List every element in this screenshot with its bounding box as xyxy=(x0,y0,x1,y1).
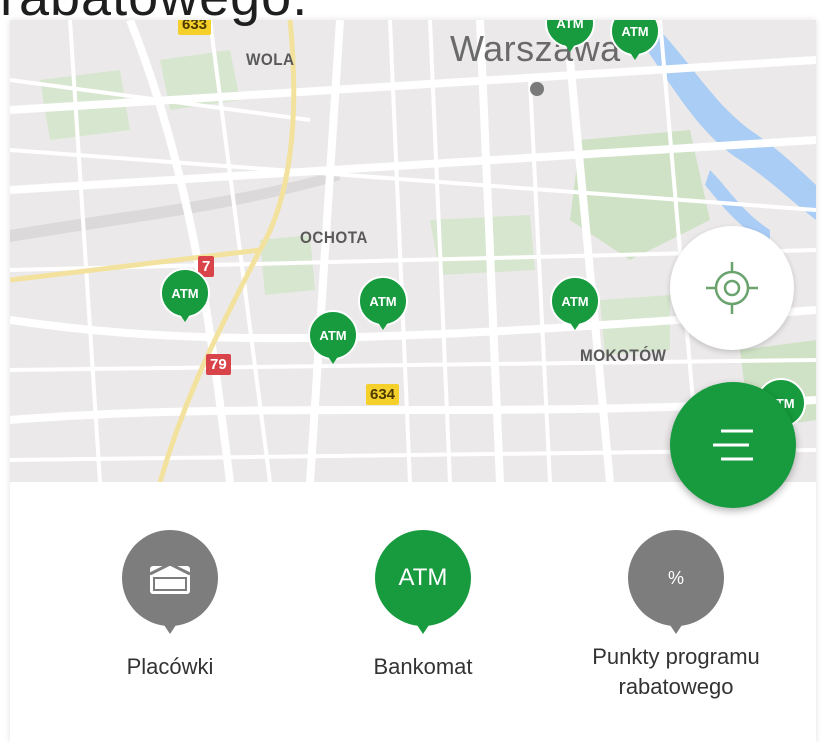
atm-map-pin[interactable]: ATM xyxy=(610,20,660,64)
branch-marker xyxy=(122,530,218,638)
menu-fab-button[interactable] xyxy=(670,382,796,508)
atm-map-pin[interactable]: ATM xyxy=(308,310,358,368)
legend-item-discount-points[interactable]: % Punkty programu rabatowego xyxy=(556,530,796,702)
atm-icon: ATM xyxy=(375,530,471,626)
atm-map-pin[interactable]: ATM xyxy=(358,276,408,334)
legend-panel: Placówki ATM Bankomat % Punkty programu … xyxy=(10,482,816,743)
branch-icon xyxy=(122,530,218,626)
district-label-ochota: OCHOTA xyxy=(300,228,368,247)
page-heading: rabatowego. xyxy=(0,0,308,28)
discount-marker: % xyxy=(628,530,724,638)
legend-label-atm: Bankomat xyxy=(373,654,473,679)
atm-marker: ATM xyxy=(375,530,471,638)
crosshair-icon xyxy=(706,262,758,314)
legend-item-branches[interactable]: Placówki xyxy=(50,530,290,682)
menu-icon xyxy=(713,429,753,461)
phone-screen: Warszawa WOLA OCHOTA MOKOTÓW 633 7 79 63… xyxy=(10,20,816,743)
district-label-wola: WOLA xyxy=(246,50,295,69)
city-label: Warszawa xyxy=(450,28,621,69)
atm-map-pin[interactable]: ATM xyxy=(550,276,600,334)
district-label-mokotow: MOKOTÓW xyxy=(580,346,667,365)
legend-label-branches: Placówki xyxy=(126,654,214,679)
atm-map-pin[interactable]: ATM xyxy=(160,268,210,326)
atm-map-pin[interactable]: ATM xyxy=(545,20,595,56)
road-badge-634: 634 xyxy=(366,384,400,405)
city-center-marker xyxy=(530,82,544,96)
my-location-button[interactable] xyxy=(670,226,794,350)
legend-label-discount-points: Punkty programu rabatowego xyxy=(592,644,760,699)
road-badge-79: 79 xyxy=(206,354,231,375)
legend-item-atm[interactable]: ATM Bankomat xyxy=(303,530,543,682)
percent-icon: % xyxy=(628,530,724,626)
